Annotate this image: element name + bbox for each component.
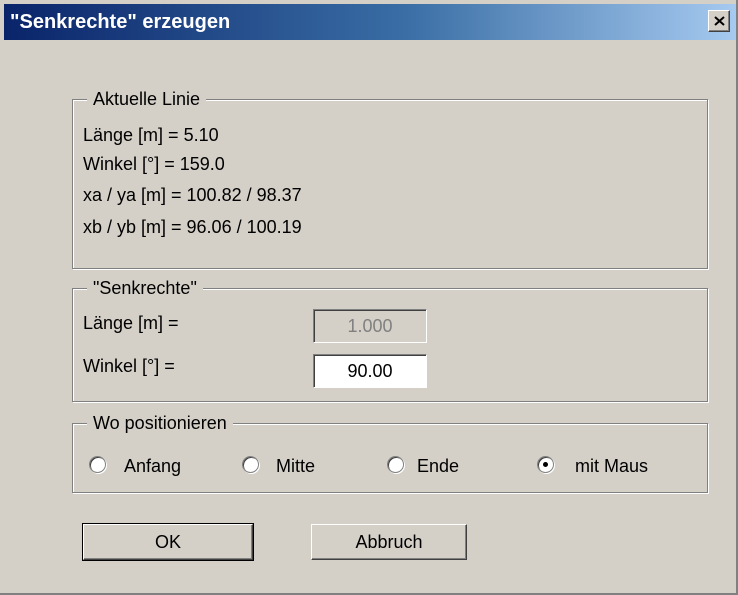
radio-ende-label[interactable]: Ende: [417, 455, 459, 477]
perpendicular-angle-field[interactable]: 90.00: [313, 354, 427, 388]
perpendicular-length-label: Länge [m] =: [83, 313, 179, 333]
current-line-end-point: xb / yb [m] = 96.06 / 100.19: [83, 217, 302, 237]
radio-mitte[interactable]: [242, 456, 259, 473]
current-line-group-label: Aktuelle Linie: [87, 89, 207, 109]
radio-mit-maus[interactable]: [537, 456, 554, 473]
perpendicular-length-field: 1.000: [313, 309, 427, 343]
position-group-label: Wo positionieren: [87, 413, 233, 433]
dialog-window: "Senkrechte" erzeugen Aktuelle Linie Län…: [0, 0, 738, 595]
perpendicular-group-label: "Senkrechte": [87, 278, 203, 298]
radio-ende[interactable]: [387, 456, 404, 473]
title-bar[interactable]: "Senkrechte" erzeugen: [4, 4, 736, 40]
current-line-start-point: xa / ya [m] = 100.82 / 98.37: [83, 185, 302, 205]
perpendicular-angle-label: Winkel [°] =: [83, 356, 175, 376]
radio-anfang[interactable]: [89, 456, 106, 473]
current-line-angle: Winkel [°] = 159.0: [83, 154, 225, 174]
cancel-button[interactable]: Abbruch: [311, 524, 467, 560]
radio-mitte-label[interactable]: Mitte: [276, 455, 315, 477]
close-icon: [714, 16, 725, 26]
dialog-title: "Senkrechte" erzeugen: [10, 11, 231, 33]
ok-button[interactable]: OK: [82, 523, 254, 561]
radio-anfang-label[interactable]: Anfang: [124, 455, 181, 477]
close-button[interactable]: [708, 10, 730, 32]
radio-mit-maus-label[interactable]: mit Maus: [575, 455, 648, 477]
current-line-length: Länge [m] = 5.10: [83, 125, 219, 145]
